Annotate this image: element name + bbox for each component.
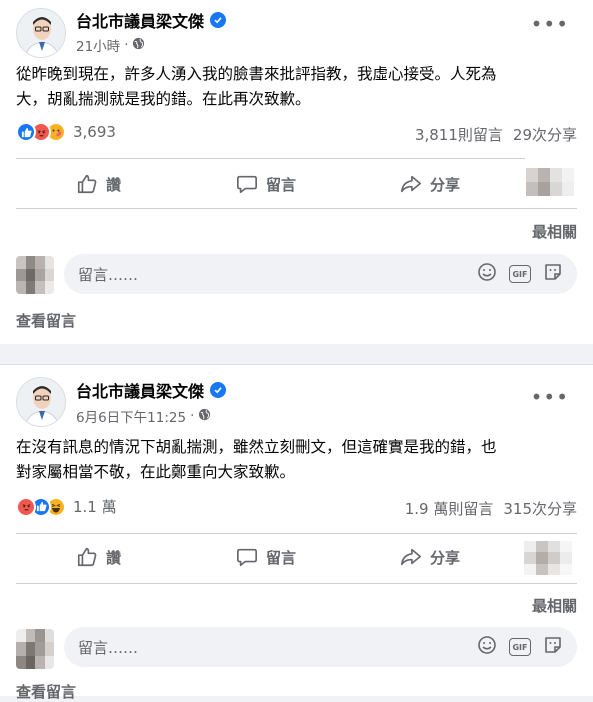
post-body-line: 對家屬相當不敬，在此鄭重向大家致歉。 — [16, 463, 296, 481]
post-body-line: 大，胡亂揣測就是我的錯。在此再次致歉。 — [16, 90, 311, 108]
post-meta: 6月6日下午11:25 · — [76, 406, 211, 426]
author-avatar[interactable] — [16, 8, 66, 58]
engagement-stats: 3,811則留言 29次分享 — [415, 124, 577, 145]
sticker-icon[interactable] — [543, 262, 563, 286]
comment-label: 留言 — [266, 548, 297, 567]
more-options-button[interactable]: ••• — [531, 12, 569, 36]
gif-label: GIF — [512, 269, 528, 279]
profile-photo-icon — [17, 378, 65, 426]
comment-label: 留言 — [266, 175, 297, 194]
sort-comments-dropdown[interactable]: 最相關 — [532, 595, 577, 616]
verified-badge-icon — [210, 382, 227, 398]
comment-count-link[interactable]: 1.9 萬則留言 — [405, 498, 494, 519]
post-timestamp[interactable]: 21小時 — [76, 35, 120, 55]
blurred-user-avatar[interactable] — [16, 629, 54, 669]
globe-icon — [198, 408, 211, 425]
share-count-link[interactable]: 315次分享 — [503, 498, 577, 519]
blurred-profile-thumbnail[interactable] — [524, 541, 572, 575]
reaction-count: 1.1 萬 — [73, 498, 117, 516]
comment-count-link[interactable]: 3,811則留言 — [415, 124, 503, 145]
emoji-icon[interactable] — [477, 262, 497, 286]
divider — [16, 158, 525, 159]
share-count-link[interactable]: 29次分享 — [513, 124, 577, 145]
post-timestamp[interactable]: 6月6日下午11:25 — [76, 406, 186, 426]
comment-button[interactable]: 留言 — [236, 546, 296, 568]
feed-gap — [0, 344, 593, 364]
like-button[interactable]: 讚 — [76, 546, 121, 568]
post-meta: 21小時 · — [76, 35, 145, 55]
action-bar: 讚 留言 分享 — [0, 166, 593, 202]
comment-tools: GIF — [477, 262, 577, 286]
post-card: 台北市議員梁文傑 21小時 · ••• 從昨晚到現在，許多人湧入我的臉書來批評指… — [0, 0, 593, 344]
comment-placeholder: 留言…… — [78, 638, 139, 657]
angry-icon — [16, 496, 36, 517]
like-label: 讚 — [106, 548, 122, 567]
post-body-line: 在沒有訊息的情況下胡亂揣測，雖然立刻刪文，但這確實是我的錯，也 — [16, 438, 497, 456]
reaction-summary[interactable]: 1.1 萬 — [16, 496, 117, 517]
engagement-stats: 1.9 萬則留言 315次分享 — [405, 498, 577, 519]
meta-dot: · — [190, 408, 195, 424]
gif-label: GIF — [512, 642, 528, 652]
share-button[interactable]: 分享 — [400, 173, 460, 195]
post-body-line: 從昨晚到現在，許多人湧入我的臉書來批評指教，我虛心接受。人死為 — [16, 65, 497, 83]
gif-icon[interactable]: GIF — [509, 265, 531, 283]
globe-icon — [132, 37, 145, 54]
emoji-icon[interactable] — [477, 635, 497, 659]
blurred-user-avatar[interactable] — [16, 256, 54, 294]
thumbs-up-icon — [77, 174, 97, 194]
speech-bubble-icon — [237, 175, 257, 194]
profile-photo-icon — [17, 9, 65, 57]
action-bar: 讚 留言 分享 — [0, 539, 593, 575]
share-label: 分享 — [430, 175, 461, 194]
author-name[interactable]: 台北市議員梁文傑 — [76, 378, 204, 402]
view-comments-link[interactable]: 查看留言 — [16, 681, 76, 702]
view-comments-link[interactable]: 查看留言 — [16, 310, 76, 331]
share-label: 分享 — [430, 548, 461, 567]
sticker-icon[interactable] — [543, 635, 563, 659]
post-body: 從昨晚到現在，許多人湧入我的臉書來批評指教，我虛心接受。人死為 大，胡亂揣測就是… — [16, 62, 577, 112]
share-arrow-icon — [401, 175, 421, 193]
thumbs-up-icon — [77, 547, 97, 567]
share-button[interactable]: 分享 — [400, 546, 460, 568]
author-name-row: 台北市議員梁文傑 — [76, 378, 227, 402]
comment-button[interactable]: 留言 — [236, 173, 296, 195]
author-avatar[interactable] — [16, 377, 66, 427]
speech-bubble-icon — [237, 548, 257, 567]
reaction-summary[interactable]: 3,693 — [16, 122, 116, 142]
post-body: 在沒有訊息的情況下胡亂揣測，雖然立刻刪文，但這確實是我的錯，也 對家屬相當不敬，… — [16, 435, 577, 485]
author-name[interactable]: 台北市議員梁文傑 — [76, 8, 204, 32]
divider — [16, 533, 577, 534]
divider — [16, 583, 577, 584]
reaction-count: 3,693 — [73, 123, 116, 141]
like-icon — [16, 122, 36, 142]
comment-placeholder: 留言…… — [78, 265, 139, 284]
comment-input[interactable]: 留言…… GIF — [64, 254, 577, 294]
like-label: 讚 — [106, 175, 122, 194]
author-name-row: 台北市議員梁文傑 — [76, 8, 227, 32]
divider — [16, 208, 577, 209]
comment-tools: GIF — [477, 635, 577, 659]
share-arrow-icon — [401, 548, 421, 566]
verified-badge-icon — [210, 12, 227, 28]
more-options-button[interactable]: ••• — [531, 385, 569, 409]
like-button[interactable]: 讚 — [76, 173, 121, 195]
comment-input[interactable]: 留言…… GIF — [64, 627, 577, 667]
blurred-profile-thumbnail[interactable] — [526, 168, 574, 196]
meta-dot: · — [124, 37, 129, 53]
gif-icon[interactable]: GIF — [509, 638, 531, 656]
post-card: 台北市議員梁文傑 6月6日下午11:25 · ••• 在沒有訊息的情況下胡亂揣測… — [0, 364, 593, 701]
sort-comments-dropdown[interactable]: 最相關 — [532, 221, 577, 242]
